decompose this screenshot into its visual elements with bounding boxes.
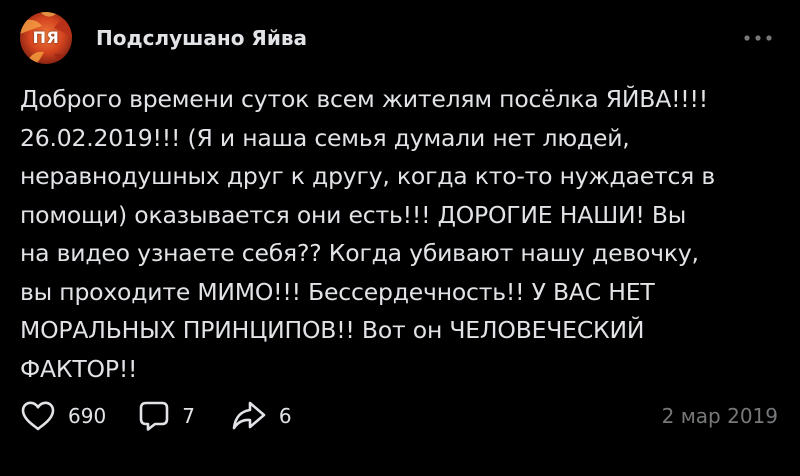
heart-icon bbox=[21, 401, 55, 431]
like-count: 690 bbox=[68, 404, 107, 428]
comment-count: 7 bbox=[182, 404, 195, 428]
post-footer: 690 7 6 2 мар 2019 bbox=[20, 396, 780, 436]
more-horizontal-icon bbox=[744, 35, 772, 41]
community-name[interactable]: Подслушано Яйва bbox=[96, 26, 307, 50]
post-header: ПЯ Подслушано Яйва bbox=[20, 12, 307, 64]
avatar-text: ПЯ bbox=[32, 28, 60, 47]
post-text: Доброго времени суток всем жителям посёл… bbox=[20, 85, 716, 383]
post-card: ПЯ Подслушано Яйва Доброго времени суток… bbox=[0, 0, 800, 476]
comment-button[interactable]: 7 bbox=[138, 400, 195, 432]
share-button[interactable]: 6 bbox=[231, 400, 292, 432]
more-options-button[interactable] bbox=[742, 28, 774, 48]
share-count: 6 bbox=[278, 404, 292, 428]
share-icon bbox=[232, 401, 266, 430]
comment-icon bbox=[139, 401, 169, 431]
like-button[interactable]: 690 bbox=[20, 400, 106, 432]
post-date[interactable]: 2 мар 2019 bbox=[662, 404, 778, 428]
avatar[interactable]: ПЯ bbox=[20, 12, 72, 64]
